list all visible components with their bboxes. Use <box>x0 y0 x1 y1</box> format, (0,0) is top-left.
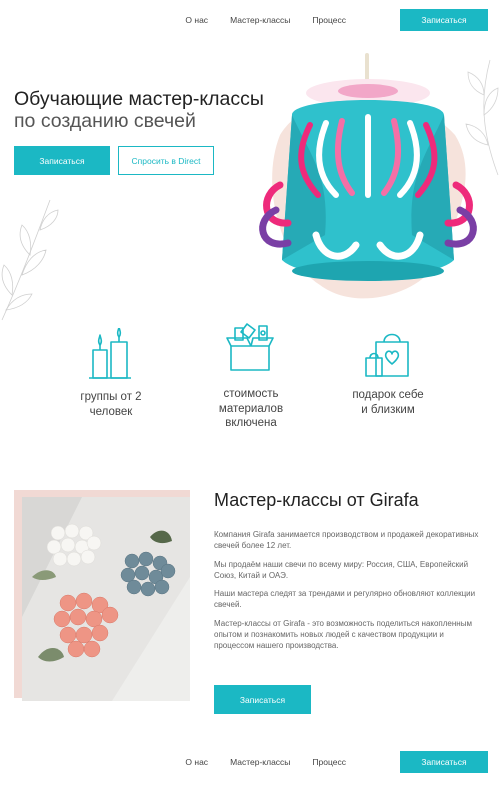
carved-candle-image <box>259 53 477 299</box>
feature-gift: подарок себе и близким <box>333 326 443 417</box>
materials-box-icon <box>226 323 274 371</box>
top-nav: О нас Мастер-классы Процесс Записаться <box>0 3 500 37</box>
hero-signup-button[interactable]: Записаться <box>14 146 110 175</box>
candles-icon <box>89 328 131 379</box>
nav-link-masterclasses[interactable]: Мастер-классы <box>230 757 290 767</box>
feature-materials-line3: включена <box>225 417 277 429</box>
about-text: Компания Girafa занимается производством… <box>214 529 486 658</box>
nav-signup-button[interactable]: Записаться <box>400 9 488 31</box>
about-title: Мастер-классы от Girafa <box>214 490 419 510</box>
ask-direct-button[interactable]: Спросить в Direct <box>118 146 214 175</box>
nav-link-process[interactable]: Процесс <box>312 757 346 767</box>
hero-title-line2: по созданию свечей <box>14 110 196 132</box>
nav-link-masterclasses[interactable]: Мастер-классы <box>230 15 290 25</box>
hero-title: Обучающие мастер-классы по созданию свеч… <box>14 88 264 132</box>
gift-bag-icon <box>365 333 409 377</box>
nav-links: О нас Мастер-классы Процесс <box>185 757 346 767</box>
hero-title-line1: Обучающие мастер-классы <box>14 88 264 110</box>
about-paragraph: Компания Girafa занимается производством… <box>214 530 479 550</box>
feature-groups-line2: человек <box>89 405 133 418</box>
features-section: группы от 2 человек стоимость материалов… <box>0 322 500 442</box>
feature-groups: группы от 2 человек <box>56 328 166 419</box>
feature-materials: стоимость материалов включена <box>196 322 306 431</box>
about-paragraph: Наши мастера следят за трендами и регуля… <box>214 589 476 609</box>
feature-gift-line2: и близким <box>361 403 415 416</box>
feature-materials-line1: стоимость <box>223 388 279 400</box>
about-signup-button[interactable]: Записаться <box>214 685 311 714</box>
feature-gift-line1: подарок себе <box>352 389 424 401</box>
leaf-decoration-icon <box>1 199 59 321</box>
about-paragraph: Мы продаём наши свечи по всему миру: Рос… <box>214 559 469 580</box>
nav-link-about[interactable]: О нас <box>185 15 208 25</box>
feature-groups-line1: группы от 2 <box>80 391 142 403</box>
nav-signup-button[interactable]: Записаться <box>400 751 488 773</box>
feature-materials-line2: материалов <box>218 402 284 415</box>
bubble-candles-image <box>22 497 190 701</box>
nav-link-about[interactable]: О нас <box>185 757 208 767</box>
about-paragraph: Мастер-классы от Girafa - это возможност… <box>214 618 472 650</box>
nav-links: О нас Мастер-классы Процесс <box>185 15 346 25</box>
bottom-nav: О нас Мастер-классы Процесс Записаться <box>0 745 500 779</box>
nav-link-process[interactable]: Процесс <box>312 15 346 25</box>
